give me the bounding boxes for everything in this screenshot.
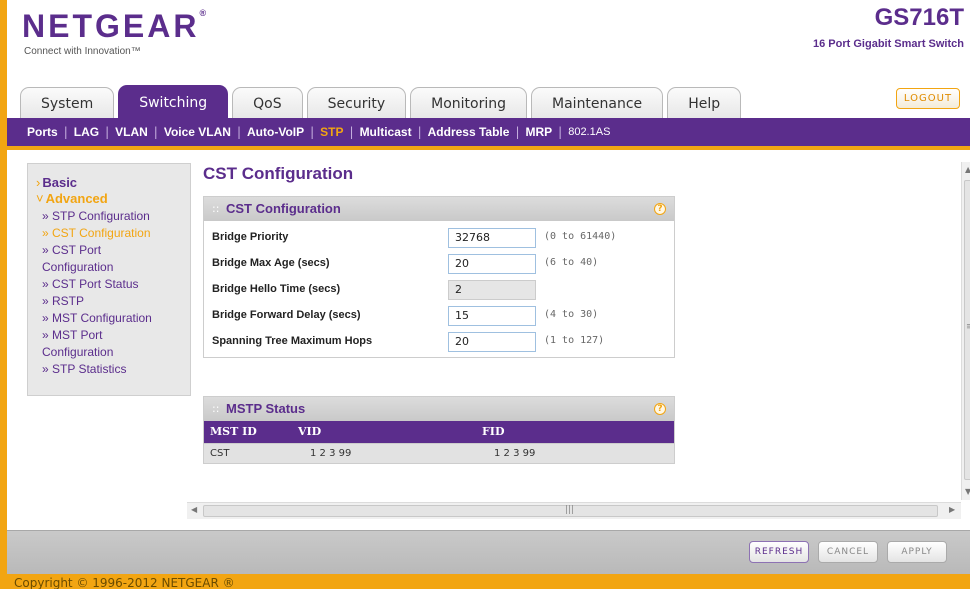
vertical-scrollbar[interactable]: ▲ ≡ ▼ xyxy=(961,162,970,500)
nav-mst-configuration[interactable]: » MST Configuration xyxy=(42,310,190,327)
mstp-status-table: MST ID VID FID CST 1 2 3 99 1 2 3 99 xyxy=(204,421,674,463)
main-tabs: System Switching QoS Security Monitoring… xyxy=(20,85,745,120)
nav-basic[interactable]: › Basic xyxy=(36,175,77,190)
tab-maintenance[interactable]: Maintenance xyxy=(531,87,664,120)
subnav-voice-vlan[interactable]: Voice VLAN xyxy=(158,125,237,139)
model-description: 16 Port Gigabit Smart Switch xyxy=(813,38,964,50)
range-hint: (4 to 30) xyxy=(544,309,599,320)
tab-switching[interactable]: Switching xyxy=(118,85,229,119)
bridge-forward-delay-input[interactable]: 15 xyxy=(448,306,536,326)
field-label: Bridge Max Age (secs) xyxy=(212,257,330,269)
tab-security[interactable]: Security xyxy=(306,87,407,120)
scroll-left-icon[interactable]: ◀ xyxy=(191,505,197,514)
nav-cst-port-status[interactable]: » CST Port Status xyxy=(42,276,190,293)
subnav-auto-voip[interactable]: Auto-VoIP xyxy=(241,125,310,139)
mstp-status-panel: :: MSTP Status ? MST ID VID FID CST 1 2 … xyxy=(203,396,675,464)
subnav-802-1as[interactable]: 802.1AS xyxy=(562,126,616,138)
field-label: Bridge Priority xyxy=(212,231,289,243)
netgear-logo: NETGEAR® xyxy=(22,8,207,44)
table-row: CST 1 2 3 99 1 2 3 99 xyxy=(204,442,674,463)
table-cell: 1 2 3 99 xyxy=(476,442,674,463)
bridge-hello-time-value: 2 xyxy=(448,280,536,300)
subnav-address-table[interactable]: Address Table xyxy=(422,125,516,139)
nav-stp-configuration[interactable]: » STP Configuration xyxy=(42,208,190,225)
frame-left xyxy=(0,0,7,589)
bridge-max-age-row: Bridge Max Age (secs) 20 (6 to 40) xyxy=(204,251,674,277)
panel-header: :: CST Configuration ? xyxy=(204,197,674,221)
copyright: Copyright © 1996-2012 NETGEAR ® xyxy=(14,576,235,589)
table-cell: CST xyxy=(204,442,292,463)
nav-stp-statistics[interactable]: » STP Statistics xyxy=(42,361,190,378)
subnav-multicast[interactable]: Multicast xyxy=(354,125,418,139)
subnav-stp[interactable]: STP xyxy=(314,125,349,139)
grip-icon: ≡ xyxy=(966,322,970,332)
logout-button[interactable]: LOGOUT xyxy=(896,88,960,109)
tab-system[interactable]: System xyxy=(20,87,115,120)
column-header: VID xyxy=(292,421,476,443)
tab-help[interactable]: Help xyxy=(667,87,742,120)
left-navigation: › Basic ˅ Advanced » STP Configuration » C… xyxy=(27,163,191,396)
horizontal-scrollbar[interactable]: ◀ ||| ▶ xyxy=(187,502,961,519)
bridge-hello-time-row: Bridge Hello Time (secs) 2 xyxy=(204,277,674,303)
grip-icon: :: xyxy=(212,402,220,415)
cst-config-panel: :: CST Configuration ? Bridge Priority 3… xyxy=(203,196,675,358)
cancel-button[interactable]: CANCEL xyxy=(818,541,878,563)
grip-icon: ||| xyxy=(565,505,575,515)
nav-mst-port-configuration-cont[interactable]: Configuration xyxy=(42,344,190,361)
max-hops-row: Spanning Tree Maximum Hops 20 (1 to 127) xyxy=(204,329,674,355)
tab-qos[interactable]: QoS xyxy=(232,87,303,120)
field-label: Bridge Forward Delay (secs) xyxy=(212,309,361,321)
nav-rstp[interactable]: » RSTP xyxy=(42,293,190,310)
scroll-right-icon[interactable]: ▶ xyxy=(949,505,955,514)
range-hint: (1 to 127) xyxy=(544,335,605,346)
chevron-down-icon: ˅ xyxy=(36,191,44,206)
max-hops-input[interactable]: 20 xyxy=(448,332,536,352)
help-icon[interactable]: ? xyxy=(654,403,666,415)
panel-title: CST Configuration xyxy=(226,201,341,216)
refresh-button[interactable]: REFRESH xyxy=(749,541,809,563)
sub-navigation: Ports | LAG | VLAN | Voice VLAN | Auto-VoIP |… xyxy=(7,118,970,146)
grip-icon: :: xyxy=(212,202,220,215)
table-cell: 1 2 3 99 xyxy=(292,442,476,463)
help-icon[interactable]: ? xyxy=(654,203,666,215)
bridge-priority-row: Bridge Priority 32768 (0 to 61440) xyxy=(204,225,674,251)
bridge-max-age-input[interactable]: 20 xyxy=(448,254,536,274)
nav-cst-port-configuration-cont[interactable]: Configuration xyxy=(42,259,190,276)
bridge-forward-delay-row: Bridge Forward Delay (secs) 15 (4 to 30) xyxy=(204,303,674,329)
column-header: MST ID xyxy=(204,421,292,443)
page-title: CST Configuration xyxy=(203,164,354,183)
model-name: GS716T xyxy=(874,4,964,31)
content-area: › Basic ˅ Advanced » STP Configuration » C… xyxy=(7,150,970,530)
chevron-right-icon: › xyxy=(36,175,41,190)
tagline: Connect with Innovation™ xyxy=(24,46,141,57)
nav-advanced-list: » STP Configuration » CST Configuration … xyxy=(42,208,190,378)
scroll-up-icon[interactable]: ▲ xyxy=(965,165,970,174)
field-label: Bridge Hello Time (secs) xyxy=(212,283,341,295)
field-label: Spanning Tree Maximum Hops xyxy=(212,335,373,347)
apply-button[interactable]: APPLY xyxy=(887,541,947,563)
table-header-row: MST ID VID FID xyxy=(204,421,674,443)
panel-title: MSTP Status xyxy=(226,401,306,416)
nav-cst-configuration[interactable]: » CST Configuration xyxy=(42,225,190,242)
subnav-lag[interactable]: LAG xyxy=(68,125,105,139)
column-header: FID xyxy=(476,421,674,443)
tab-monitoring[interactable]: Monitoring xyxy=(410,87,528,120)
action-bar: REFRESH CANCEL APPLY xyxy=(7,530,970,574)
range-hint: (0 to 61440) xyxy=(544,231,617,242)
subnav-vlan[interactable]: VLAN xyxy=(109,125,154,139)
subnav-ports[interactable]: Ports xyxy=(21,125,64,139)
nav-advanced[interactable]: ˅ Advanced xyxy=(36,191,108,206)
range-hint: (6 to 40) xyxy=(544,257,599,268)
panel-header: :: MSTP Status ? xyxy=(204,397,674,421)
nav-mst-port-configuration[interactable]: » MST Port xyxy=(42,327,190,344)
bridge-priority-input[interactable]: 32768 xyxy=(448,228,536,248)
nav-cst-port-configuration[interactable]: » CST Port xyxy=(42,242,190,259)
subnav-mrp[interactable]: MRP xyxy=(519,125,558,139)
scroll-down-icon[interactable]: ▼ xyxy=(965,487,970,496)
